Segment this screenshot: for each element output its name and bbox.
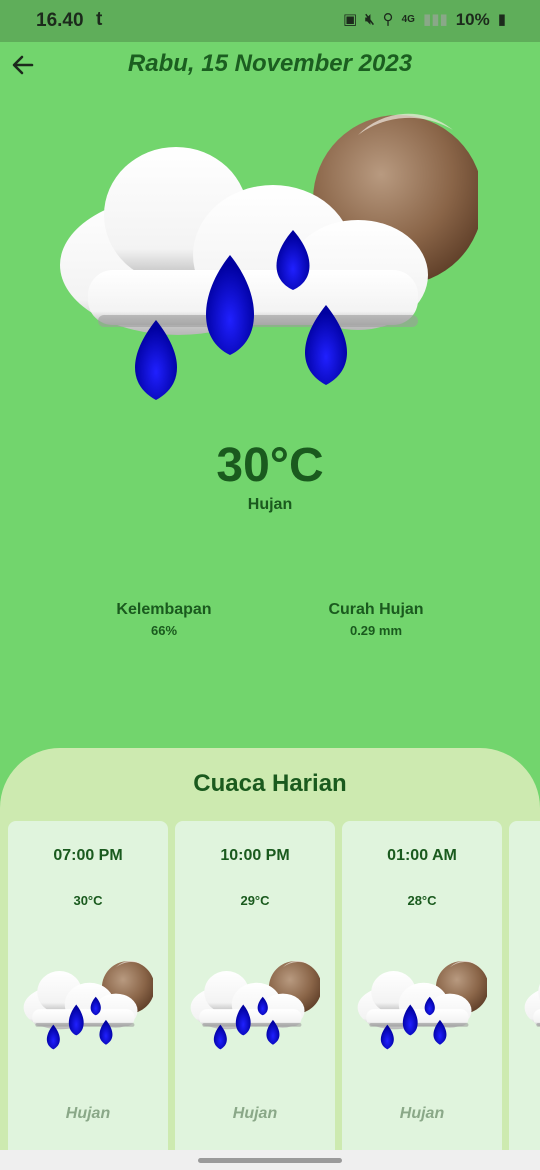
battery-icon: ▮: [497, 11, 506, 28]
status-time: 16.40: [36, 10, 84, 31]
forecast-condition: Hujan: [232, 1105, 278, 1122]
forecast-card[interactable]: 07:00 PM 30°C Hujan: [8, 821, 168, 1161]
forecast-temperature: 28°C: [407, 893, 437, 908]
network-label: 4G: [401, 14, 415, 25]
forecast-card-list[interactable]: 07:00 PM 30°C Hujan 10:00 PM 29°C Hujan …: [8, 821, 540, 1170]
forecast-temperature: 30°C: [73, 893, 103, 908]
daily-forecast-panel: Cuaca Harian 07:00 PM 30°C Hujan 10:00 P…: [0, 748, 540, 1170]
rainfall-value: 0.29 mm: [349, 623, 403, 638]
humidity-value: 66%: [150, 623, 178, 638]
current-condition: Hujan: [247, 496, 293, 513]
navigation-bar: [0, 1150, 540, 1170]
current-temperature: 30°C: [216, 439, 324, 492]
status-icons: ▣ 🔇︎ ⚲ 4G ▮▮▮ 10% ▮: [343, 10, 506, 30]
forecast-time: 10:00 PM: [220, 847, 290, 864]
forecast-card-partial[interactable]: [509, 821, 540, 1161]
signal-icon: ▮▮▮: [422, 11, 448, 28]
forecast-condition: Hujan: [399, 1105, 445, 1122]
forecast-card[interactable]: 10:00 PM 29°C Hujan: [175, 821, 335, 1161]
battery-saver-icon: ▣: [342, 11, 358, 28]
rain-cloud-moon-icon: [23, 960, 153, 1050]
page-title: Rabu, 15 November 2023: [127, 50, 413, 77]
rain-cloud-moon-icon: [60, 113, 478, 400]
forecast-time: 01:00 AM: [387, 847, 457, 864]
rain-cloud-moon-icon: [524, 960, 540, 1050]
location-icon: ⚲: [382, 11, 394, 28]
rainfall-metric: Curah Hujan 0.29 mm: [316, 601, 436, 638]
daily-forecast-title: Cuaca Harian: [193, 770, 347, 797]
rain-cloud-moon-icon: [357, 960, 487, 1050]
forecast-card[interactable]: 01:00 AM 28°C Hujan: [342, 821, 502, 1161]
forecast-temperature: 29°C: [240, 893, 270, 908]
status-bar: 16.40 t ▣ 🔇︎ ⚲ 4G ▮▮▮ 10% ▮: [0, 0, 540, 42]
notification-icon: t: [96, 9, 103, 30]
mute-icon: 🔇︎: [365, 11, 375, 28]
rainfall-label: Curah Hujan: [328, 601, 424, 618]
forecast-condition: Hujan: [65, 1105, 111, 1122]
humidity-metric: Kelembapan 66%: [104, 601, 224, 638]
app-bar: Rabu, 15 November 2023: [0, 42, 540, 88]
battery-percentage: 10%: [455, 10, 490, 29]
forecast-time: 07:00 PM: [53, 847, 123, 864]
home-indicator[interactable]: [198, 1158, 342, 1163]
humidity-label: Kelembapan: [116, 601, 212, 618]
rain-cloud-moon-icon: [190, 960, 320, 1050]
